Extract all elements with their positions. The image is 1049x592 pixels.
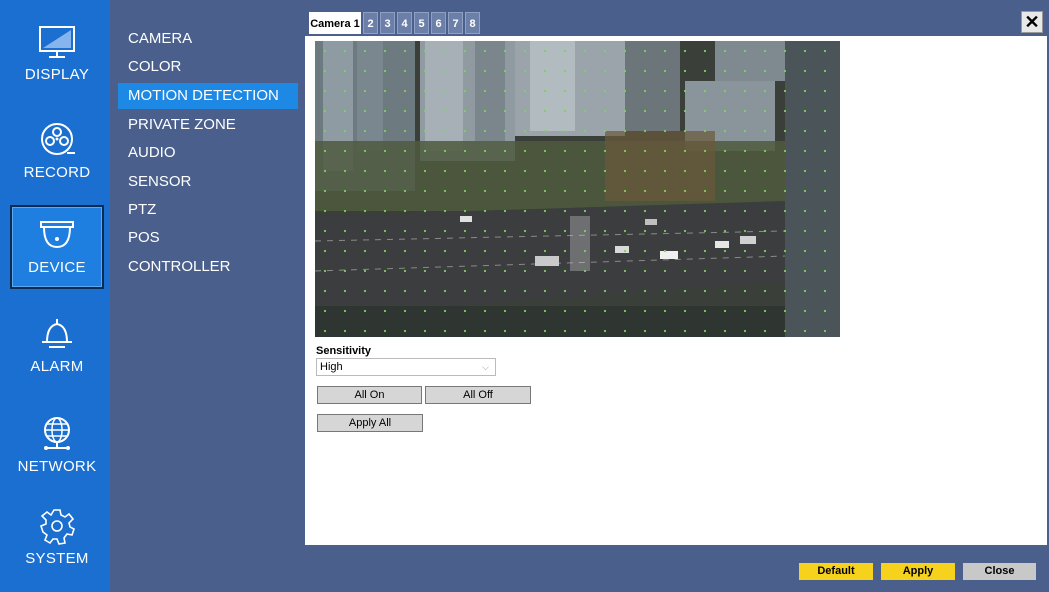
device-submenu: CAMERA COLOR MOTION DETECTION PRIVATE ZO… <box>110 0 305 592</box>
tab-camera-3[interactable]: 3 <box>380 12 395 34</box>
apply-button[interactable]: Apply <box>881 563 955 580</box>
nav-alarm[interactable]: ALARM <box>10 306 104 390</box>
chevron-down-icon: ⌵ <box>482 362 489 372</box>
default-button[interactable]: Default <box>799 563 873 580</box>
submenu-ptz[interactable]: PTZ <box>118 197 298 223</box>
camera-feed-image <box>315 41 840 337</box>
submenu-pos[interactable]: POS <box>118 225 298 251</box>
nav-network-label: NETWORK <box>17 458 97 475</box>
nav-device[interactable]: DEVICE <box>10 205 104 289</box>
submenu-audio[interactable]: AUDIO <box>118 140 298 166</box>
nav-record[interactable]: RECORD <box>10 112 104 196</box>
motion-detection-panel: Camera 1 2 3 4 5 6 7 8 ✕ Sensitivity Hig… <box>305 8 1047 545</box>
apply-all-button[interactable]: Apply All <box>317 414 423 432</box>
tab-camera-1[interactable]: Camera 1 <box>309 12 361 34</box>
tab-camera-4[interactable]: 4 <box>397 12 412 34</box>
tab-camera-8[interactable]: 8 <box>465 12 480 34</box>
nav-record-label: RECORD <box>23 164 91 181</box>
nav-device-label: DEVICE <box>28 259 86 276</box>
nav-system[interactable]: SYSTEM <box>10 498 104 582</box>
nav-network[interactable]: NETWORK <box>10 406 104 490</box>
submenu-color[interactable]: COLOR <box>118 54 298 80</box>
nav-display[interactable]: DISPLAY <box>10 14 104 98</box>
submenu-sensor[interactable]: SENSOR <box>118 169 298 195</box>
bell-icon <box>42 319 72 348</box>
all-off-button[interactable]: All Off <box>425 386 531 404</box>
nav-system-label: SYSTEM <box>25 550 89 567</box>
main-nav-rail: DISPLAY RECORD DEVICE ALARM NETWORK SYST… <box>0 0 110 592</box>
film-reel-icon <box>41 123 75 155</box>
camera-preview[interactable] <box>315 41 840 337</box>
sensitivity-dropdown[interactable]: High ⌵ <box>316 358 496 376</box>
gear-icon <box>40 509 75 545</box>
submenu-private-zone[interactable]: PRIVATE ZONE <box>118 112 298 138</box>
sensitivity-value: High <box>320 361 343 373</box>
sensitivity-label: Sensitivity <box>316 345 372 357</box>
submenu-controller[interactable]: CONTROLLER <box>118 254 298 280</box>
nav-display-label: DISPLAY <box>24 66 90 83</box>
tab-camera-6[interactable]: 6 <box>431 12 446 34</box>
dome-camera-icon <box>40 221 74 249</box>
close-button[interactable]: Close <box>963 563 1036 580</box>
submenu-motion-detection[interactable]: MOTION DETECTION <box>118 83 298 109</box>
nav-alarm-label: ALARM <box>30 358 84 375</box>
tab-camera-7[interactable]: 7 <box>448 12 463 34</box>
globe-network-icon <box>44 417 70 450</box>
tab-camera-2[interactable]: 2 <box>363 12 378 34</box>
submenu-camera[interactable]: CAMERA <box>118 26 298 52</box>
close-icon[interactable]: ✕ <box>1021 11 1043 33</box>
monitor-icon <box>39 26 75 58</box>
camera-tab-bar: Camera 1 2 3 4 5 6 7 8 ✕ <box>305 8 1047 36</box>
tab-camera-5[interactable]: 5 <box>414 12 429 34</box>
all-on-button[interactable]: All On <box>317 386 422 404</box>
